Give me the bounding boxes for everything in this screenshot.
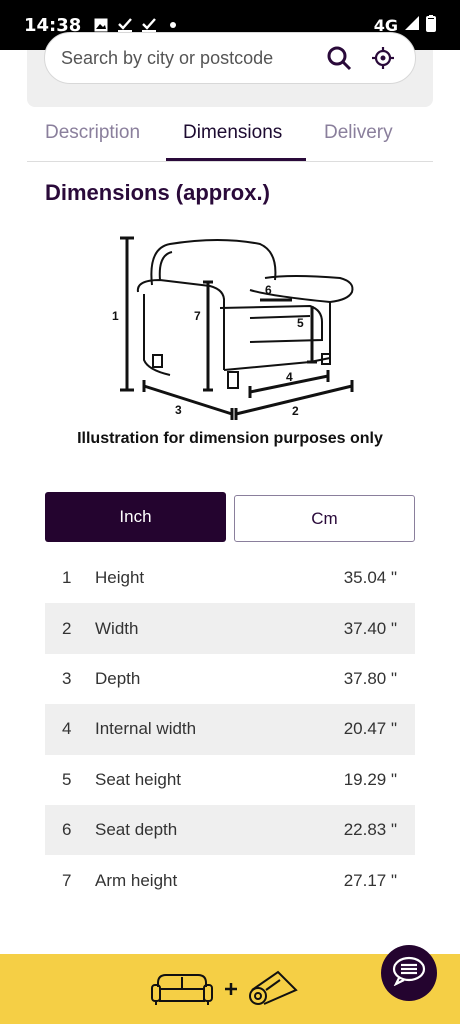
dimension-name: Seat depth [95,820,178,840]
plus-icon [224,982,238,1001]
dimension-value: 37.80 " [343,668,397,688]
check-icon [141,17,157,33]
section-title: Dimensions (approx.) [45,180,270,205]
store-search-panel [27,32,433,107]
rug-icon [248,970,298,1013]
tab-description[interactable]: Description [45,122,140,144]
row-number: 3 [62,668,72,688]
marker-5: 5 [297,316,304,330]
marker-6: 6 [265,283,272,297]
tab-delivery[interactable]: Delivery [324,122,393,144]
marker-4: 4 [286,370,293,384]
chat-icon [392,956,426,991]
table-row: 1 Height 35.04 " [45,553,415,603]
search-input[interactable] [61,47,321,69]
active-tab-indicator [166,158,306,161]
row-number: 5 [62,769,72,789]
product-tabs: Description Dimensions Delivery [27,112,433,162]
marker-1: 1 [112,309,119,323]
marker-7: 7 [194,309,201,323]
search-box [44,32,416,84]
row-number: 2 [62,618,72,638]
row-number: 7 [62,870,72,890]
cm-unit-button[interactable]: Cm [234,495,415,542]
illustration-caption: Illustration for dimension purposes only [77,430,383,447]
dimension-value: 20.47 " [343,719,397,739]
dimension-value: 35.04 " [343,568,397,588]
dimension-name: Arm height [95,870,178,890]
battery-icon [426,14,436,36]
table-row: 2 Width 37.40 " [45,603,415,654]
table-row: 4 Internal width 20.47 " [45,704,415,755]
locate-icon[interactable] [365,40,401,76]
dimension-name: Width [95,618,139,638]
dot-icon [165,17,181,33]
table-row: 5 Seat height 19.29 " [45,755,415,805]
search-icon[interactable] [321,40,357,76]
sofa-icon [150,971,214,1012]
table-row: 3 Depth 37.80 " [45,654,415,704]
dimension-name: Seat height [95,769,182,789]
dimension-value: 19.29 " [343,769,397,789]
table-row: 6 Seat depth 22.83 " [45,804,415,856]
marker-3: 3 [175,403,182,417]
dimension-value: 22.83 " [343,820,397,840]
armchair-dimension-illustration: 1 2 3 4 5 6 7 [112,236,354,420]
chat-button[interactable] [381,945,437,1001]
signal-icon [404,15,420,35]
dimension-name: Internal width [95,719,197,739]
table-row: 7 Arm height 27.17 " [45,855,415,905]
row-number: 4 [62,719,72,739]
dimension-name: Height [95,568,145,588]
dimension-value: 37.40 " [343,618,397,638]
row-number: 1 [62,568,72,588]
marker-2: 2 [292,404,299,418]
notification-icons [93,17,181,33]
dimension-value: 27.17 " [343,870,397,890]
row-number: 6 [62,820,72,840]
image-icon [93,17,109,33]
dimension-name: Depth [95,668,141,688]
dimensions-table: 1 Height 35.04 " 2 Width 37.40 " 3 Depth… [45,553,415,906]
tab-dimensions[interactable]: Dimensions [183,122,282,144]
check-icon [117,17,133,33]
inch-unit-button[interactable]: Inch [45,492,226,542]
